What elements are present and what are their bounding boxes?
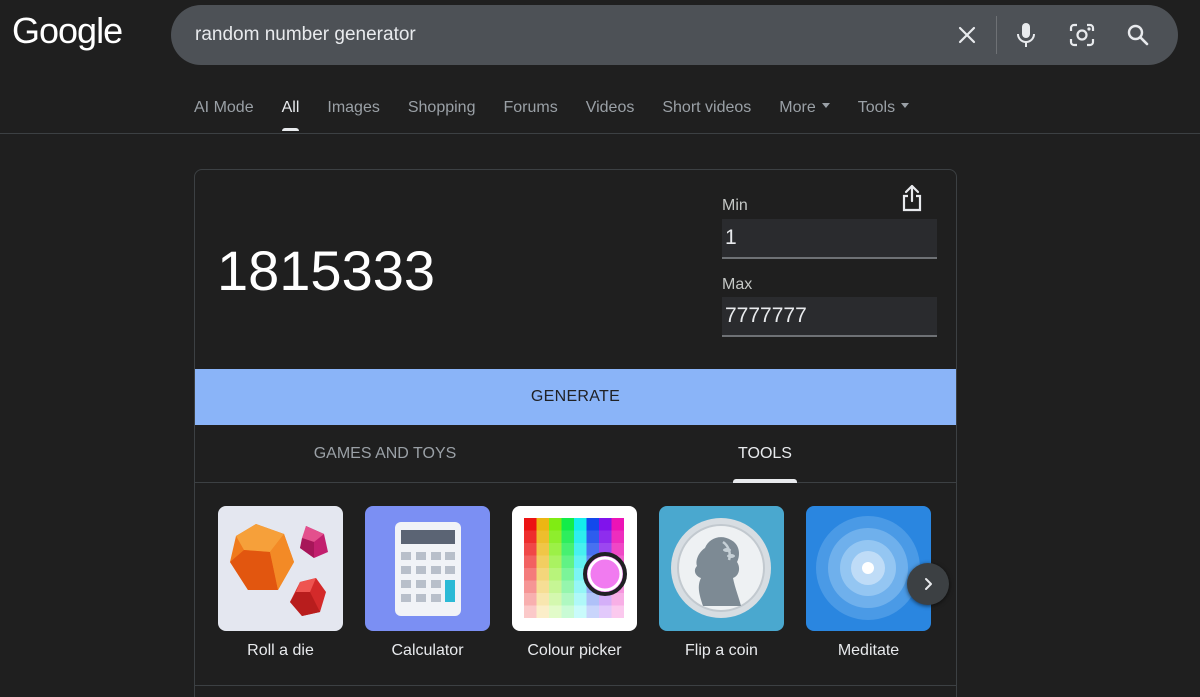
search-divider <box>996 16 997 54</box>
carousel-next-button[interactable] <box>907 563 949 605</box>
calculator-icon <box>365 506 490 631</box>
max-label: Max <box>722 276 753 293</box>
min-label: Min <box>722 197 748 214</box>
tab-label: Shopping <box>407 99 476 116</box>
dice-icon <box>218 506 343 631</box>
tab-label: Short videos <box>662 99 752 116</box>
close-icon[interactable] <box>939 5 995 65</box>
tile-colour-picker[interactable]: Colour picker <box>512 506 637 660</box>
tab-label: AI Mode <box>194 99 254 116</box>
tab-ai-mode[interactable]: AI Mode <box>194 88 254 132</box>
generated-number: 1815333 <box>217 239 436 302</box>
tile-label: Meditate <box>837 642 900 659</box>
tab-tools[interactable]: Tools <box>857 88 910 132</box>
tab-label: Videos <box>585 99 635 116</box>
search-bar[interactable] <box>171 5 1178 65</box>
card-divider <box>195 685 956 686</box>
tile-label: Colour picker <box>527 642 622 659</box>
colour-picker-icon <box>512 506 637 631</box>
chevron-right-icon <box>925 578 932 590</box>
tile-roll-a-die[interactable]: Roll a die <box>218 506 343 660</box>
google-logo[interactable]: Google <box>12 10 123 52</box>
tile-calculator[interactable]: Calculator <box>365 506 490 660</box>
share-icon[interactable] <box>900 184 928 214</box>
tab-forums[interactable]: Forums <box>503 88 557 132</box>
tab-label: More <box>779 99 816 116</box>
search-actions <box>939 5 1178 65</box>
tab-images[interactable]: Images <box>327 88 379 132</box>
tab-label: Forums <box>503 99 558 116</box>
tab-games-and-toys[interactable]: GAMES AND TOYS <box>195 425 575 483</box>
tab-tools-category[interactable]: TOOLS <box>575 425 955 483</box>
tools-carousel: Roll a die Calculator Colour picker Flip… <box>218 506 953 660</box>
tab-videos[interactable]: Videos <box>586 88 635 132</box>
tile-flip-a-coin[interactable]: Flip a coin <box>659 506 784 660</box>
tab-all[interactable]: All <box>281 88 300 132</box>
lens-icon[interactable] <box>1054 5 1110 65</box>
tool-category-tabs: GAMES AND TOYS TOOLS <box>195 425 956 483</box>
tab-label: Tools <box>857 99 896 116</box>
tab-label: All <box>281 99 300 116</box>
search-input[interactable] <box>195 5 955 65</box>
tab-shopping[interactable]: Shopping <box>408 88 476 132</box>
mic-icon[interactable] <box>998 5 1054 65</box>
tab-label: Images <box>327 99 380 116</box>
min-field[interactable] <box>722 219 937 259</box>
search-tabs: AI Mode All Images Shopping Forums Video… <box>194 88 937 132</box>
tab-more[interactable]: More <box>779 88 830 132</box>
coin-icon <box>659 506 784 631</box>
tile-label: Roll a die <box>247 642 314 659</box>
random-number-generator-card: 1815333 Min Max GENERATE GAMES AND TOYS … <box>194 169 957 697</box>
generate-button[interactable]: GENERATE <box>195 369 956 425</box>
tile-label: Calculator <box>391 642 464 659</box>
tabs-divider <box>0 133 1200 134</box>
tile-label: Flip a coin <box>685 642 758 659</box>
tab-short-videos[interactable]: Short videos <box>662 88 751 132</box>
caret-down-icon <box>901 103 910 109</box>
max-field[interactable] <box>722 297 937 337</box>
search-icon[interactable] <box>1110 5 1166 65</box>
caret-down-icon <box>821 103 830 109</box>
